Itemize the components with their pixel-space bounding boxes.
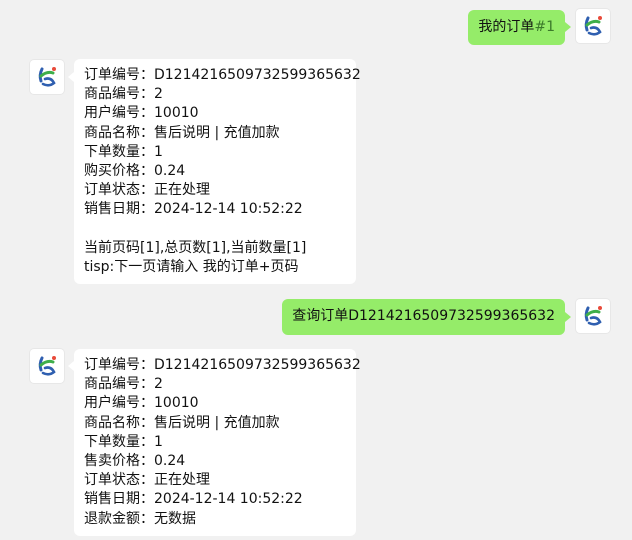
order-field: 订单编号：D121421650973259936563​2: [84, 67, 361, 83]
message-bubble-incoming[interactable]: 订单编号：D121421650973259936563​2 商品编号：2 用户编…: [74, 349, 361, 536]
avatar-self[interactable]: [576, 299, 610, 333]
pagination-tip: tisp:下一页请输入 我的订单+页码: [84, 258, 299, 275]
bot-logo-icon: [38, 356, 56, 376]
message-text: 我的订单: [478, 19, 535, 35]
order-field: 订单编号：D121421650973259936563​2: [84, 357, 361, 373]
message-bubble-outgoing[interactable]: 我的订单#1: [468, 10, 565, 45]
order-field: 下单数量：1: [84, 433, 163, 450]
order-field: 商品名称：售后说明 | 充值加款: [84, 124, 280, 141]
message-text: 查询订单D121421650973259936563​2: [292, 308, 555, 324]
order-field: 商品编号：2: [84, 376, 163, 393]
message-hashtag[interactable]: #1: [534, 19, 555, 35]
order-field: 销售日期：2024-12-14 10:52:22: [84, 491, 303, 508]
bot-logo-icon: [584, 16, 602, 36]
avatar-bot[interactable]: [30, 60, 64, 94]
bot-logo-icon: [584, 306, 602, 326]
message-bubble-outgoing[interactable]: 查询订单D121421650973259936563​2: [282, 299, 565, 335]
bot-logo-icon: [38, 67, 56, 87]
avatar-bot[interactable]: [30, 349, 64, 383]
message-bubble-incoming[interactable]: 订单编号：D121421650973259936563​2 商品编号：2 用户编…: [74, 59, 361, 285]
order-field: 订单状态：正在处理: [84, 472, 210, 489]
order-field: 订单状态：正在处理: [84, 182, 210, 199]
order-field: 用户编号：10010: [84, 105, 199, 122]
order-field: 购买价格：0.24: [84, 162, 186, 179]
pagination-info: 当前页码[1],总页数[1],当前数量[1]: [84, 239, 307, 256]
avatar-self[interactable]: [576, 9, 610, 43]
order-field: 商品名称：售后说明 | 充值加款: [84, 414, 280, 431]
bubble-tail: [565, 22, 571, 32]
order-field: 用户编号：10010: [84, 395, 199, 412]
order-field: 下单数量：1: [84, 143, 163, 160]
order-field: 销售日期：2024-12-14 10:52:22: [84, 201, 303, 218]
order-field: 商品编号：2: [84, 86, 163, 103]
order-field: 售卖价格：0.24: [84, 452, 186, 469]
order-field: 退款金额：无数据: [84, 510, 196, 527]
bubble-tail: [565, 312, 571, 322]
